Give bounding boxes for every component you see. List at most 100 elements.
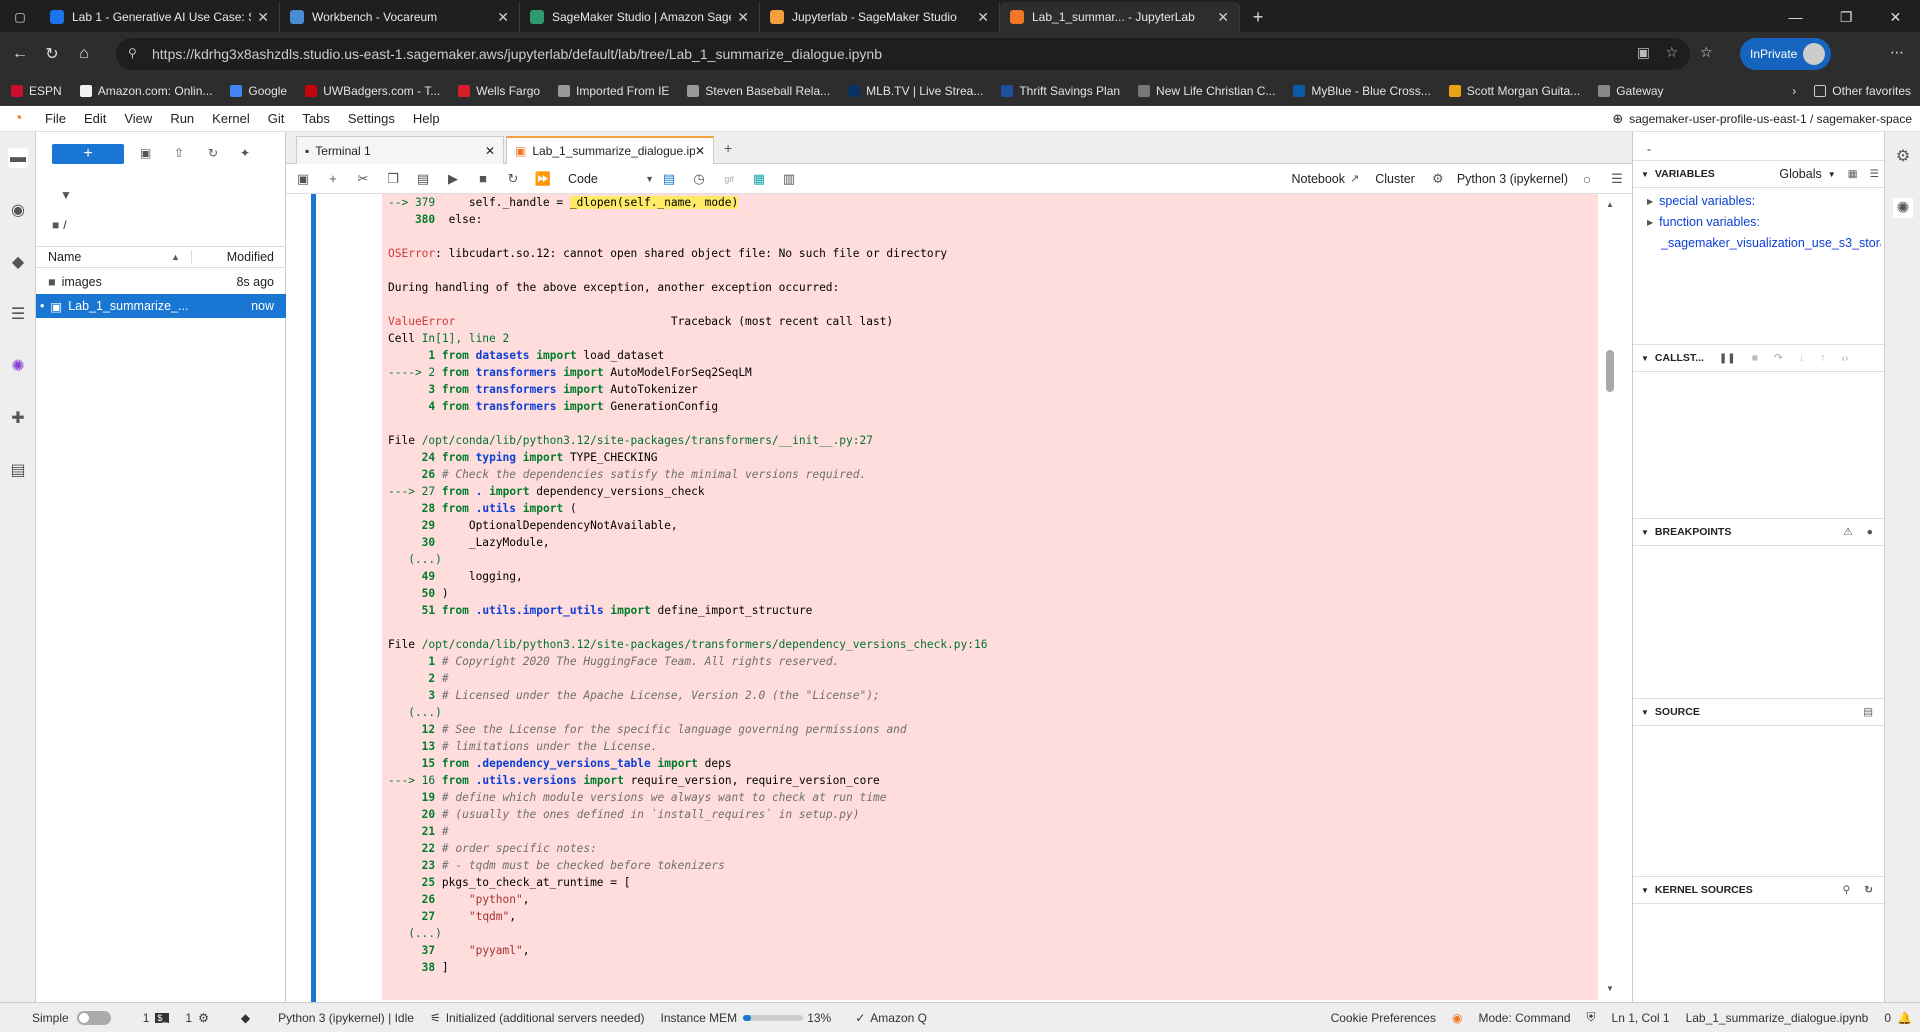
output-scrollbar[interactable]: ▲ ▼	[1604, 200, 1616, 996]
menu-kernel[interactable]: Kernel	[203, 111, 259, 126]
close-tab-icon[interactable]: ✕	[977, 9, 989, 26]
folder-icon[interactable]: ▬	[8, 148, 28, 168]
kernel-name-button[interactable]: Python 3 (ipykernel)	[1453, 172, 1572, 186]
git-clone-icon[interactable]: ✦	[240, 146, 250, 160]
bookmark[interactable]: UWBadgers.com - T...	[296, 84, 449, 98]
file-row-notebook[interactable]: • ▣ Lab_1_summarize_... now	[36, 294, 286, 318]
close-tab-icon[interactable]: ✕	[497, 9, 509, 26]
run-icon[interactable]: ▶	[438, 171, 468, 187]
data-icon[interactable]: ▥	[774, 171, 804, 187]
toc-icon[interactable]: ☰	[8, 304, 28, 324]
modified-column-header[interactable]: Modified	[191, 250, 286, 264]
scroll-thumb[interactable]	[1606, 350, 1614, 392]
bookmark[interactable]: Imported From IE	[549, 84, 678, 98]
browser-tab[interactable]: Lab 1 - Generative AI Use Case: S ✕	[40, 2, 280, 32]
close-tab-icon[interactable]: ✕	[1217, 9, 1229, 26]
save-icon[interactable]: ▣	[288, 171, 318, 187]
browser-tab[interactable]: Jupyterlab - SageMaker Studio ✕	[760, 2, 1000, 32]
menu-file[interactable]: File	[36, 111, 75, 126]
new-launcher-button[interactable]: +	[52, 144, 124, 164]
name-column-header[interactable]: Name	[36, 250, 171, 264]
home-icon[interactable]: ⌂	[68, 45, 100, 63]
property-inspector-icon[interactable]: ⚙	[1893, 146, 1913, 166]
paste-icon[interactable]: ▤	[408, 171, 438, 187]
menu-git[interactable]: Git	[259, 111, 294, 126]
gear-icon[interactable]: ⚙	[1423, 171, 1453, 187]
git-status-icon[interactable]: ◆	[233, 1011, 258, 1025]
stop-icon[interactable]: ■	[468, 171, 498, 186]
cut-icon[interactable]: ✂	[348, 171, 378, 187]
run-all-icon[interactable]: ⏩	[528, 171, 558, 187]
tab-notebook[interactable]: ▣ Lab_1_summarize_dialogue.ip ✕	[506, 136, 714, 164]
inprivate-badge[interactable]: InPrivate	[1740, 38, 1832, 70]
debugger-icon[interactable]: ✺	[8, 356, 28, 376]
refresh-files-icon[interactable]: ↻	[208, 146, 218, 160]
git-icon[interactable]: ◆	[8, 252, 28, 272]
kernels-count[interactable]: 1 ⚙	[177, 1011, 216, 1025]
clock-icon[interactable]: ◷	[684, 171, 714, 187]
breakpoints-section-header[interactable]: ▼ BREAKPOINTS ⚠ ●	[1633, 518, 1885, 546]
cluster-button[interactable]: Cluster	[1367, 172, 1423, 186]
back-icon[interactable]: ←	[4, 45, 36, 63]
copy-icon[interactable]: ❐	[378, 171, 408, 187]
new-folder-icon[interactable]: ▣	[140, 146, 151, 160]
breadcrumb[interactable]: ■ /	[52, 218, 67, 232]
shield-icon[interactable]: ⛨	[1579, 1010, 1604, 1025]
kernel-status-text[interactable]: Python 3 (ipykernel) | Idle	[270, 1011, 422, 1025]
bookmark[interactable]: Google	[221, 84, 296, 98]
more-icon[interactable]: ⋯	[1890, 44, 1904, 61]
cookie-preferences-link[interactable]: Cookie Preferences	[1323, 1011, 1444, 1025]
mode-indicator[interactable]: Mode: Command	[1470, 1011, 1578, 1025]
add-tab-icon[interactable]: +	[724, 140, 732, 156]
url-bar[interactable]: ⚲ https://kdrhg3x8ashzdls.studio.us-east…	[116, 38, 1690, 70]
scroll-up-icon[interactable]: ▲	[1606, 200, 1614, 209]
refresh-sources-icon[interactable]: ↻	[1864, 884, 1873, 896]
callstack-section-header[interactable]: ▼ CALLST... ❚❚ ■ ↷ ↓ ↑ ‹›	[1633, 344, 1885, 372]
step-out-icon[interactable]: ↑	[1820, 352, 1825, 364]
chat-icon[interactable]: ▤	[8, 460, 28, 480]
close-tab-icon[interactable]: ✕	[737, 9, 749, 26]
notebook-link[interactable]: Notebook ↗	[1284, 172, 1368, 186]
active-cell-indicator[interactable]	[311, 194, 316, 1002]
bookmark[interactable]: Thrift Savings Plan	[992, 84, 1129, 98]
menu-tabs[interactable]: Tabs	[293, 111, 338, 126]
tree-view-icon[interactable]: ▦	[1848, 168, 1858, 180]
open-source-icon[interactable]: ▤	[1863, 706, 1873, 718]
running-icon[interactable]: ◉	[8, 200, 28, 220]
remove-breakpoints-icon[interactable]: ●	[1867, 526, 1873, 538]
menu-view[interactable]: View	[115, 111, 161, 126]
file-row-images[interactable]: ■ images 8s ago	[36, 270, 286, 294]
step-in-icon[interactable]: ↓	[1799, 352, 1804, 364]
debugger-bug-icon[interactable]: ✺	[1893, 198, 1913, 218]
pause-icon[interactable]: ❚❚	[1719, 353, 1736, 364]
bookmark[interactable]: Steven Baseball Rela...	[678, 84, 839, 98]
menu-edit[interactable]: Edit	[75, 111, 115, 126]
restore-icon[interactable]: ❐	[1840, 9, 1853, 26]
continue-icon[interactable]: ↷	[1774, 352, 1783, 364]
amazon-q-status[interactable]: ✓ Amazon Q	[847, 1011, 935, 1025]
search-icon[interactable]: ⚲	[1842, 884, 1850, 896]
restart-icon[interactable]: ↻	[498, 171, 528, 187]
simple-mode-toggle[interactable]	[76, 1010, 111, 1025]
format-icon[interactable]: ▤	[654, 171, 684, 187]
git-diff-icon[interactable]: git	[714, 174, 744, 184]
stop-debug-icon[interactable]: ■	[1752, 352, 1758, 364]
bookmark[interactable]: Scott Morgan Guita...	[1440, 84, 1589, 98]
tab-actions-icon[interactable]: ▢	[0, 2, 40, 32]
browser-tab[interactable]: SageMaker Studio | Amazon Sage ✕	[520, 2, 760, 32]
terminals-count[interactable]: 1 $_	[135, 1011, 178, 1025]
scope-select[interactable]: Globals	[1779, 167, 1821, 181]
site-info-icon[interactable]: ⚲	[128, 46, 137, 60]
sort-arrow-icon[interactable]: ▲	[171, 252, 191, 262]
bookmarks-chevron-icon[interactable]: ›	[1783, 84, 1805, 98]
kernel-sources-section-header[interactable]: ▼ KERNEL SOURCES ⚲ ↻	[1633, 876, 1885, 904]
minimize-icon[interactable]: —	[1789, 9, 1803, 25]
bookmark[interactable]: MyBlue - Blue Cross...	[1284, 84, 1439, 98]
bookmark[interactable]: MLB.TV | Live Strea...	[839, 84, 992, 98]
new-tab-button[interactable]: +	[1240, 2, 1276, 32]
lsp-status[interactable]: ⚟ Initialized (additional servers needed)	[422, 1011, 653, 1025]
refresh-icon[interactable]: ↻	[36, 44, 68, 64]
bookmark[interactable]: Wells Fargo	[449, 84, 549, 98]
function-variables-row[interactable]: ▶ function variables:	[1647, 215, 1760, 229]
variables-section-header[interactable]: ▼ VARIABLES Globals ▼ ▦ ☰	[1633, 160, 1885, 188]
